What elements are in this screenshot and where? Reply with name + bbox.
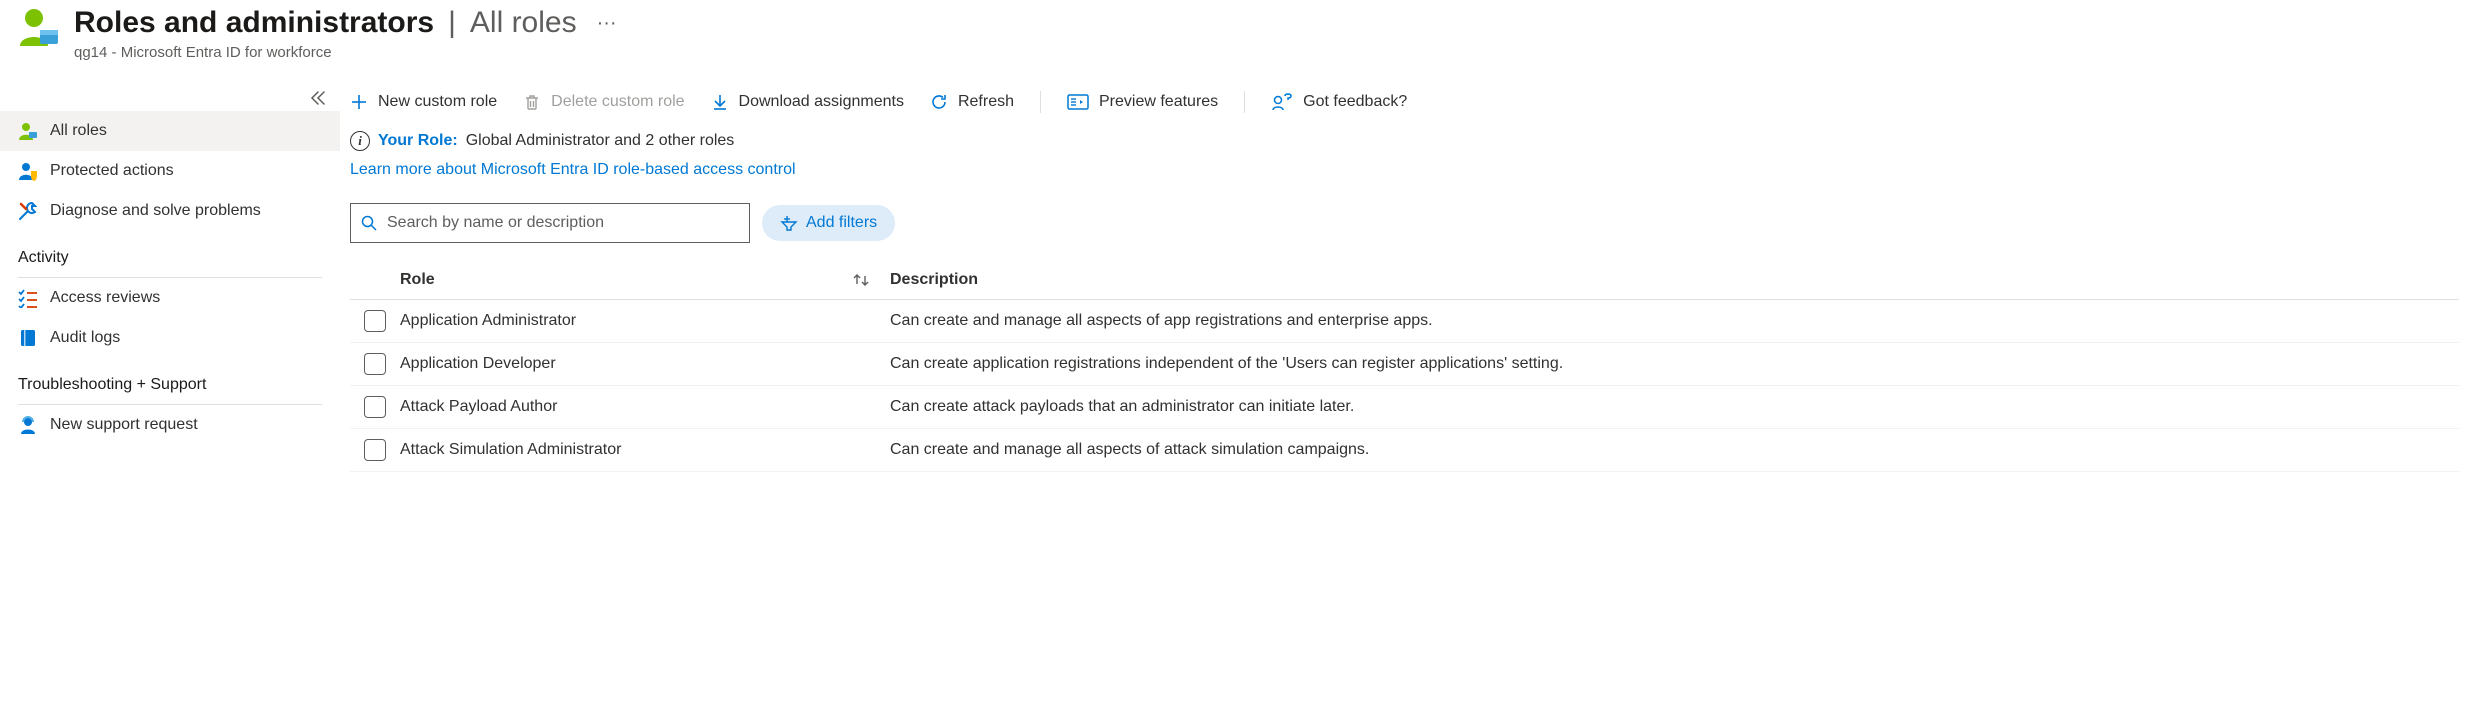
sidebar-item-protected-actions[interactable]: Protected actions <box>0 151 340 191</box>
search-box[interactable] <box>350 203 750 243</box>
role-name-cell[interactable]: Application Developer <box>400 355 870 373</box>
role-name-cell[interactable]: Attack Simulation Administrator <box>400 441 870 459</box>
search-icon <box>361 215 377 231</box>
button-label: Refresh <box>958 93 1014 111</box>
support-person-icon <box>18 415 38 435</box>
search-input[interactable] <box>387 214 739 232</box>
preview-features-button[interactable]: Preview features <box>1067 93 1218 111</box>
preview-icon <box>1067 93 1089 111</box>
sidebar-item-all-roles[interactable]: All roles <box>0 111 340 151</box>
button-label: Delete custom role <box>551 93 684 111</box>
filter-icon <box>780 215 798 231</box>
column-header-description[interactable]: Description <box>870 271 2459 289</box>
sidebar-item-label: Access reviews <box>50 289 160 307</box>
info-icon: i <box>350 131 370 151</box>
learn-more-link[interactable]: Learn more about Microsoft Entra ID role… <box>350 161 796 203</box>
refresh-button[interactable]: Refresh <box>930 93 1014 111</box>
feedback-icon <box>1271 93 1293 111</box>
delete-custom-role-button: Delete custom role <box>523 93 684 111</box>
checklist-icon <box>18 288 38 308</box>
row-checkbox[interactable] <box>364 439 386 461</box>
refresh-icon <box>930 93 948 111</box>
sidebar-item-access-reviews[interactable]: Access reviews <box>0 278 340 318</box>
person-icon <box>18 121 38 141</box>
role-description-cell: Can create and manage all aspects of app… <box>870 312 2459 330</box>
row-checkbox[interactable] <box>364 353 386 375</box>
table-row: Attack Payload Author Can create attack … <box>350 386 2459 429</box>
more-actions-button[interactable]: ··· <box>591 12 623 35</box>
button-label: Preview features <box>1099 93 1218 111</box>
page-subtitle: All roles <box>470 6 577 40</box>
roles-table: Role Description Application Administrat… <box>350 261 2459 472</box>
tenant-icon <box>16 6 60 50</box>
your-role-value: Global Administrator and 2 other roles <box>466 132 735 150</box>
toolbar-separator <box>1040 91 1041 113</box>
plus-icon <box>350 93 368 111</box>
table-row: Application Administrator Can create and… <box>350 300 2459 343</box>
download-assignments-button[interactable]: Download assignments <box>711 93 904 111</box>
sidebar-item-label: Protected actions <box>50 162 174 180</box>
new-custom-role-button[interactable]: New custom role <box>350 93 497 111</box>
table-row: Application Developer Can create applica… <box>350 343 2459 386</box>
toolbar-separator <box>1244 91 1245 113</box>
column-header-role[interactable]: Role <box>400 271 870 289</box>
collapse-sidebar-button[interactable] <box>308 91 326 105</box>
got-feedback-button[interactable]: Got feedback? <box>1271 93 1407 111</box>
sidebar-item-label: Diagnose and solve problems <box>50 202 261 220</box>
page-title-separator: | <box>448 6 456 40</box>
role-description-cell: Can create application registrations ind… <box>870 355 2459 373</box>
sidebar-section-activity: Activity <box>0 231 340 273</box>
sidebar-item-audit-logs[interactable]: Audit logs <box>0 318 340 358</box>
role-description-cell: Can create attack payloads that an admin… <box>870 398 2459 416</box>
button-label: Add filters <box>806 214 877 232</box>
sidebar-item-new-support-request[interactable]: New support request <box>0 405 340 445</box>
table-header-row: Role Description <box>350 261 2459 300</box>
download-icon <box>711 93 729 111</box>
book-icon <box>18 328 38 348</box>
breadcrumb: qg14 - Microsoft Entra ID for workforce <box>74 44 623 61</box>
row-checkbox[interactable] <box>364 310 386 332</box>
sidebar-item-diagnose[interactable]: Diagnose and solve problems <box>0 191 340 231</box>
role-name-cell[interactable]: Application Administrator <box>400 312 870 330</box>
add-filters-button[interactable]: Add filters <box>762 205 895 241</box>
sidebar-item-label: Audit logs <box>50 329 120 347</box>
sidebar-item-label: New support request <box>50 416 198 434</box>
sidebar: All roles Protected actions Diagnose and… <box>0 73 340 482</box>
page-title: Roles and administrators <box>74 6 434 40</box>
toolbar: New custom role Delete custom role Downl… <box>350 91 2459 125</box>
person-shield-icon <box>18 161 38 181</box>
table-row: Attack Simulation Administrator Can crea… <box>350 429 2459 472</box>
main-content: New custom role Delete custom role Downl… <box>340 73 2469 482</box>
button-label: New custom role <box>378 93 497 111</box>
role-description-cell: Can create and manage all aspects of att… <box>870 441 2459 459</box>
sidebar-section-support: Troubleshooting + Support <box>0 358 340 400</box>
sort-icon[interactable] <box>852 272 870 288</box>
wrench-icon <box>18 201 38 221</box>
page-header: Roles and administrators | All roles ···… <box>0 0 2469 73</box>
your-role-banner: i Your Role: Global Administrator and 2 … <box>350 125 2459 161</box>
sidebar-item-label: All roles <box>50 122 107 140</box>
your-role-label: Your Role: <box>378 132 458 150</box>
role-name-cell[interactable]: Attack Payload Author <box>400 398 870 416</box>
button-label: Got feedback? <box>1303 93 1407 111</box>
row-checkbox[interactable] <box>364 396 386 418</box>
trash-icon <box>523 93 541 111</box>
button-label: Download assignments <box>739 93 904 111</box>
